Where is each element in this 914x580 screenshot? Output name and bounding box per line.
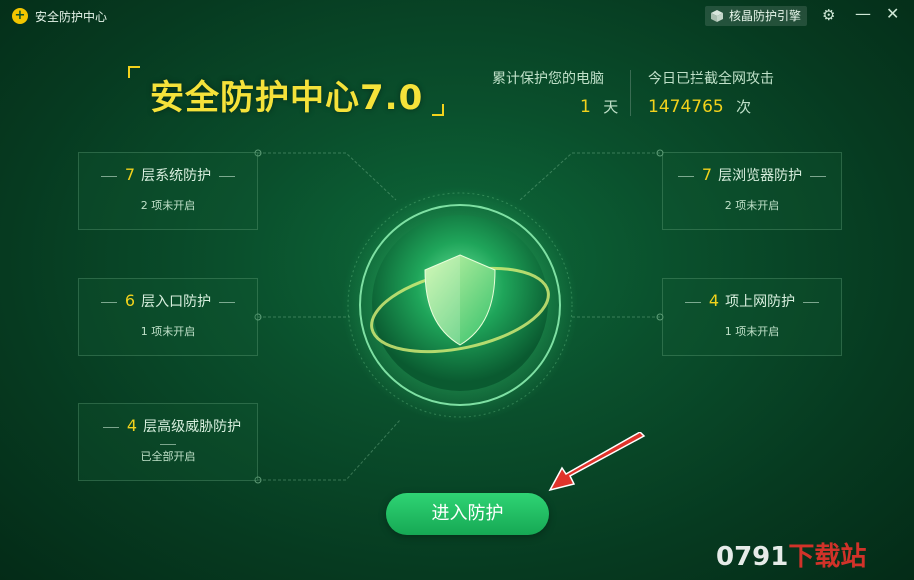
card-number: 7 (124, 165, 136, 184)
card-status: 2 项未开启 (724, 199, 780, 212)
card-title-text: 层入口防护 (141, 294, 212, 310)
card-title-text: 层浏览器防护 (718, 168, 803, 184)
card-title-text: 项上网防护 (725, 294, 796, 310)
card-title: 7 层系统防护 (79, 165, 257, 185)
card-number: 4 (126, 416, 138, 435)
card-title: 4 层高级威胁防护 (79, 416, 257, 452)
watermark: 0791下载站 (716, 536, 866, 573)
card-status: 1 项未开启 (140, 325, 196, 338)
card-title-text: 层系统防护 (141, 168, 212, 184)
card-title: 6 层入口防护 (79, 291, 257, 311)
card-entry-protection[interactable]: 6 层入口防护 1 项未开启 (78, 278, 258, 356)
card-status: 2 项未开启 (140, 199, 196, 212)
card-number: 6 (124, 291, 136, 310)
watermark-suffix: 下载站 (788, 542, 867, 572)
card-browser-protection[interactable]: 7 层浏览器防护 2 项未开启 (662, 152, 842, 230)
card-title: 7 层浏览器防护 (663, 165, 841, 185)
card-internet-protection[interactable]: 4 项上网防护 1 项未开启 (662, 278, 842, 356)
enter-protection-button[interactable]: 进入防护 (386, 493, 549, 535)
arrow-annotation-icon (548, 432, 646, 492)
shield-orb (342, 187, 578, 423)
card-number: 7 (701, 165, 713, 184)
card-status: 已全部开启 (140, 450, 196, 463)
card-title: 4 项上网防护 (663, 291, 841, 311)
card-system-protection[interactable]: 7 层系统防护 2 项未开启 (78, 152, 258, 230)
card-status: 1 项未开启 (724, 325, 780, 338)
watermark-prefix: 0791 (716, 542, 789, 572)
card-title-text: 层高级威胁防护 (143, 419, 242, 435)
card-number: 4 (708, 291, 720, 310)
card-advanced-threat-protection[interactable]: 4 层高级威胁防护 已全部开启 (78, 403, 258, 481)
